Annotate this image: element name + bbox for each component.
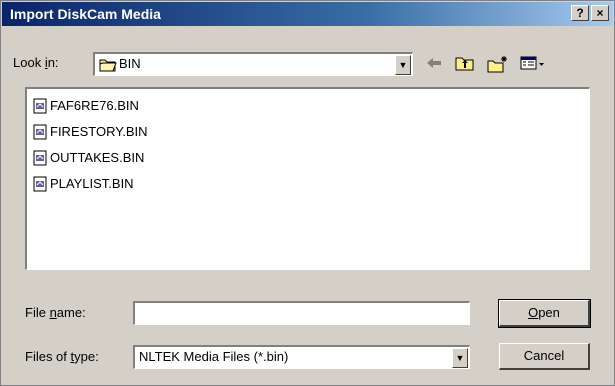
look-in-label: Look in: (13, 55, 59, 70)
file-name: FAF6RE76.BIN (50, 98, 139, 113)
title-bar[interactable]: Import DiskCam Media ? × (2, 2, 613, 26)
file-name-input[interactable] (133, 301, 470, 325)
file-name-label: File name: (25, 305, 86, 320)
file-name: OUTTAKES.BIN (50, 150, 145, 165)
new-folder-icon[interactable] (487, 55, 509, 73)
back-arrow-icon[interactable] (425, 55, 443, 71)
file-icon (33, 176, 47, 192)
files-of-type-value: NLTEK Media Files (*.bin) (139, 349, 289, 364)
folder-icon (99, 59, 117, 72)
help-button[interactable]: ? (571, 5, 589, 21)
file-icon (33, 150, 47, 166)
look-in-value: BIN (119, 56, 141, 71)
files-of-type-dropdown-arrow[interactable]: ▼ (452, 348, 468, 368)
look-in-dropdown-arrow[interactable]: ▼ (395, 55, 411, 75)
close-icon: × (596, 6, 604, 20)
file-name: FIRESTORY.BIN (50, 124, 148, 139)
file-list[interactable]: FAF6RE76.BIN FIRESTORY.BIN OUTTAKES.BIN … (25, 87, 590, 270)
files-of-type-dropdown[interactable]: NLTEK Media Files (*.bin) ▼ (133, 345, 470, 369)
cancel-button[interactable]: Cancel (499, 343, 590, 370)
file-icon (33, 124, 47, 140)
open-button[interactable]: Open (498, 299, 591, 328)
file-icon (33, 98, 47, 114)
close-button[interactable]: × (591, 5, 609, 21)
look-in-dropdown[interactable]: BIN ▼ (93, 52, 413, 76)
chevron-down-icon: ▼ (455, 353, 465, 363)
files-of-type-label: Files of type: (25, 349, 99, 364)
up-folder-icon[interactable] (455, 55, 475, 72)
help-icon: ? (576, 6, 584, 20)
import-dialog: Import DiskCam Media ? × Look in: BIN ▼ … (0, 0, 615, 386)
file-name: PLAYLIST.BIN (50, 176, 134, 191)
window-title: Import DiskCam Media (10, 6, 161, 22)
chevron-down-icon: ▼ (398, 60, 408, 70)
view-menu-icon[interactable] (520, 55, 546, 71)
